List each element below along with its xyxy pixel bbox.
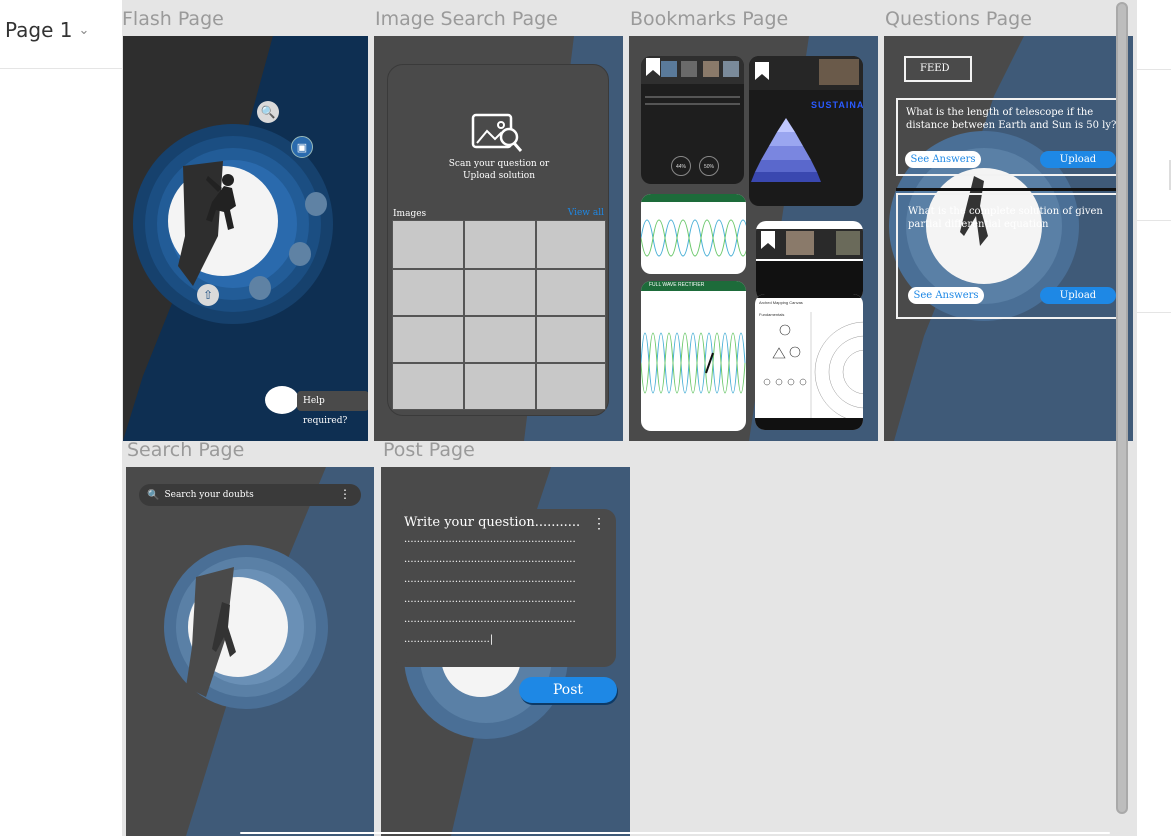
post-line: ........................................… [404,594,576,605]
rectifier-title: FULL WAVE RECTIFIER [649,282,705,288]
bookmark-icon[interactable] [646,58,660,76]
stat-circle: 44% [671,156,691,176]
design-canvas[interactable]: Flash Page 🔍 ▣ ⇧ Help required? Image Se… [122,0,1137,836]
mapping-title: Arched Mapping Canvas [759,300,803,305]
see-answers-button[interactable]: See Answers [905,151,981,168]
scan-text-2: Upload solution [462,171,536,181]
post-line: Write your question........... [404,515,581,530]
frame-label-questions: Questions Page [885,8,1032,30]
frame-questions-page[interactable]: FEED What is the length of telescope if … [884,36,1133,441]
more-vertical-icon[interactable]: ⋮ [339,486,351,502]
image-thumbnail[interactable] [464,269,536,316]
post-line: ........................................… [404,614,576,625]
post-line: ........................................… [404,534,576,545]
frame-post-page[interactable]: ⋮ Write your question........... .......… [381,467,630,836]
question-card[interactable]: What is the complete solution of given p… [896,193,1122,319]
wave-chart [641,219,746,257]
post-button[interactable]: Post [519,677,617,703]
search-input[interactable]: Search your doubts [164,490,253,500]
rectifier-chart [641,332,746,394]
divider [1137,312,1171,313]
frame-label-image-search: Image Search Page [375,8,558,30]
menu-dot[interactable] [305,192,327,216]
menu-dot[interactable] [289,242,311,266]
help-bot-icon[interactable] [265,386,299,414]
question-text: What is the length of telescope if the d… [906,107,1117,131]
image-search-card: Scan your question or Upload solution Im… [387,64,609,416]
vertical-scrollbar[interactable] [1116,2,1128,814]
upload-button[interactable]: Upload [1040,151,1116,168]
bookmark-thumbnail[interactable]: SUSTAINA [749,56,863,206]
mapping-diagram [763,312,863,422]
search-bar[interactable]: 🔍 Search your doubts ⋮ [139,484,361,506]
question-compose-card[interactable]: ⋮ Write your question........... .......… [394,509,616,667]
question-text: What is the complete solution of given p… [908,206,1103,230]
post-line: ........................................… [404,574,576,585]
post-line: ........................................… [404,554,576,565]
frame-label-bookmarks: Bookmarks Page [630,8,789,30]
search-icon[interactable]: 🔍 [257,101,279,123]
frame-flash-page[interactable]: 🔍 ▣ ⇧ Help required? [123,36,368,441]
divider [0,68,122,69]
images-label: Images [393,209,427,219]
image-thumbnail[interactable] [536,220,606,269]
frame-bookmarks-page[interactable]: 44% 50% SUSTAINA FULL WAVE RECTIFIER Arc… [629,36,878,441]
help-required-bubble[interactable]: Help required? [297,391,368,426]
bookmark-icon[interactable] [755,62,769,80]
image-thumbnail[interactable] [464,220,536,269]
scan-text-1: Scan your question or [448,159,550,169]
left-panel: Page 1 ⌄ [0,0,122,836]
page-selector-label: Page 1 [5,18,73,42]
pyramid-diagram [751,118,821,182]
feed-badge[interactable]: FEED [904,56,972,82]
stat-circle: 50% [699,156,719,176]
image-search-icon[interactable]: ▣ [291,136,313,158]
image-thumbnail[interactable] [392,363,464,410]
upload-icon[interactable]: ⇧ [197,284,219,306]
frame-label-post: Post Page [383,439,475,461]
upload-button[interactable]: Upload [1040,287,1116,304]
frame-image-search-page[interactable]: Scan your question or Upload solution Im… [374,36,623,441]
search-background [126,467,328,836]
divider [896,188,1122,191]
image-thumbnail[interactable] [464,363,536,410]
question-card[interactable]: What is the length of telescope if the d… [896,98,1122,176]
search-icon: 🔍 [147,489,160,501]
horizontal-scrollbar[interactable] [240,832,1110,834]
right-panel [1137,0,1171,836]
climber-silhouette [206,174,236,230]
post-line: ...........................| [404,634,494,645]
bookmark-thumbnail[interactable] [641,194,746,274]
menu-dot[interactable] [249,276,271,300]
image-search-icon[interactable] [471,111,523,155]
chevron-down-icon: ⌄ [78,22,90,38]
frame-search-page[interactable]: 🔍 Search your doubts ⋮ [126,467,374,836]
image-thumbnail[interactable] [392,220,464,269]
image-thumbnail[interactable] [392,269,464,316]
divider [1137,220,1171,221]
images-grid [392,220,606,410]
view-all-link[interactable]: View all [568,208,604,218]
bookmark-thumbnail[interactable]: Arched Mapping Canvas Fundamentals [755,294,863,430]
bookmark-thumbnail[interactable]: 44% 50% [641,56,744,184]
bookmark-thumbnail[interactable]: FULL WAVE RECTIFIER [641,281,746,431]
divider [1137,69,1171,70]
bookmark-thumbnail[interactable] [756,221,863,301]
page-selector[interactable]: Page 1 ⌄ [5,18,89,42]
frame-label-search: Search Page [127,439,245,461]
image-thumbnail[interactable] [536,363,606,410]
image-thumbnail[interactable] [536,316,606,363]
see-answers-button[interactable]: See Answers [908,287,984,304]
bookmark-icon[interactable] [761,231,775,249]
image-thumbnail[interactable] [536,269,606,316]
image-thumbnail[interactable] [392,316,464,363]
image-thumbnail[interactable] [464,316,536,363]
sustain-heading: SUSTAINA [811,100,863,110]
frame-label-flash: Flash Page [122,8,224,30]
